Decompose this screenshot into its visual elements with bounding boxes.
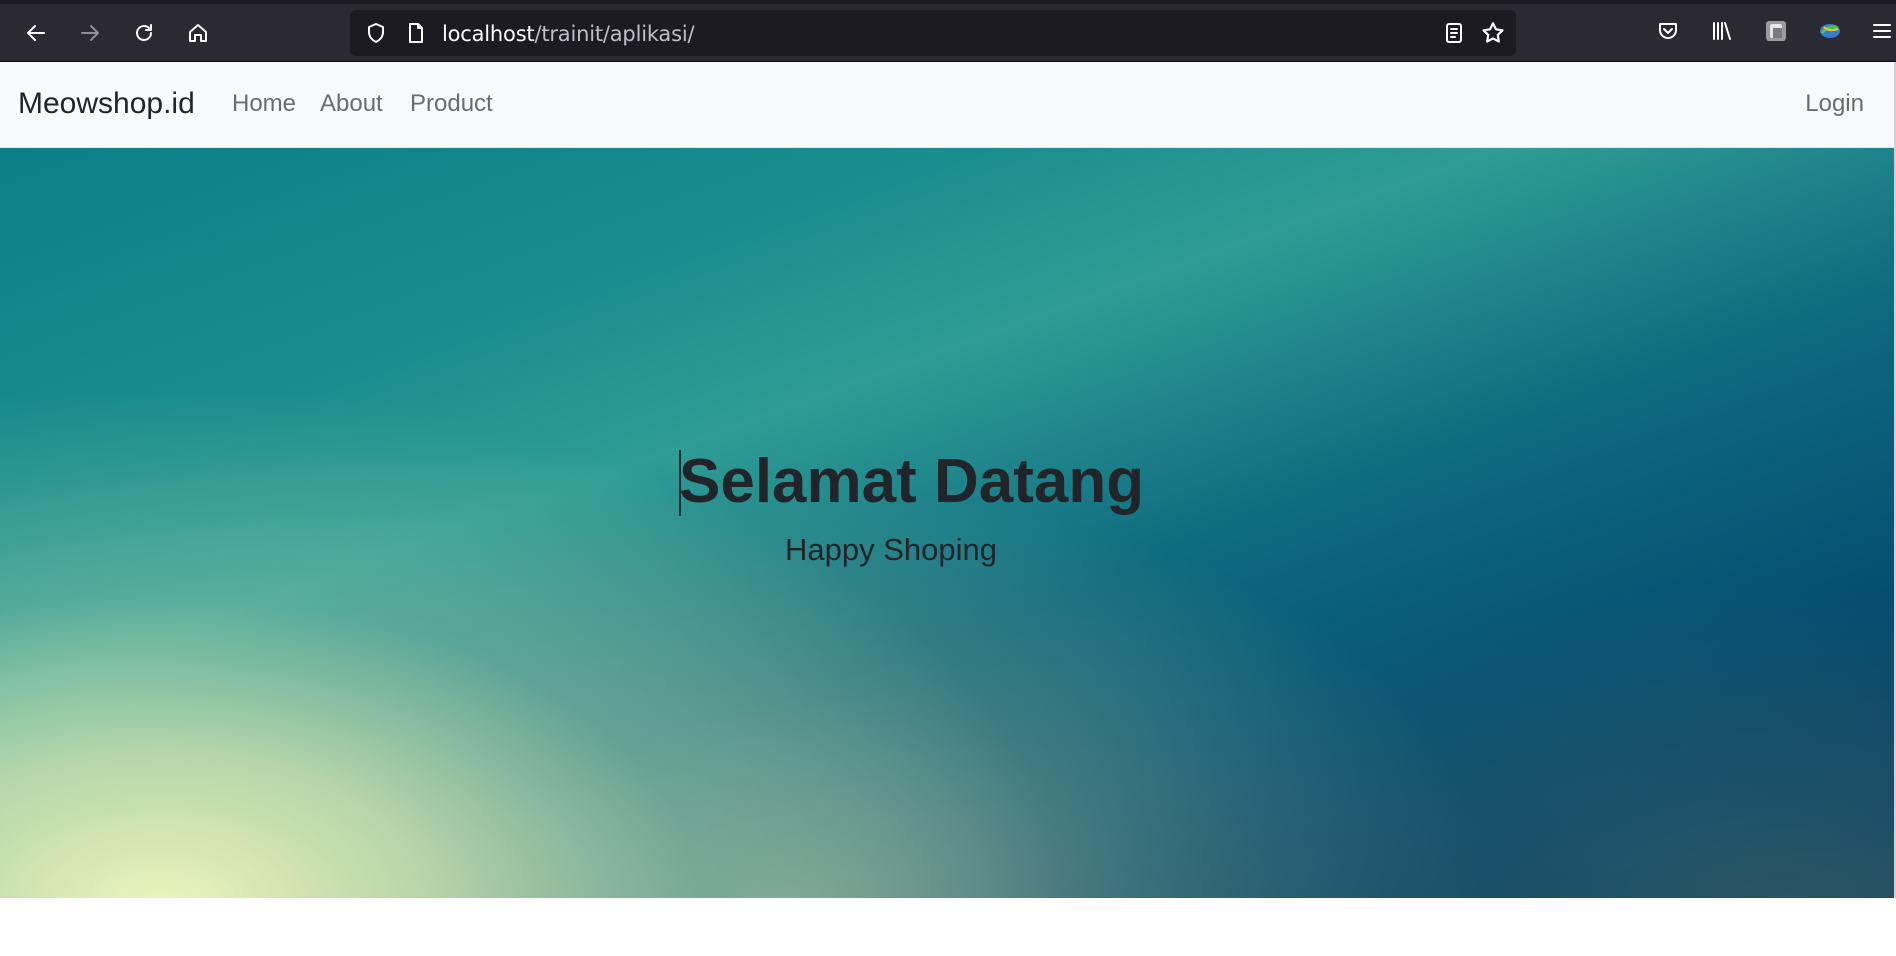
address-bar[interactable]: localhost/trainit/aplikasi/ (350, 10, 1516, 56)
site-navbar: Meowshop.id Home About Product Login (0, 62, 1894, 148)
url-text[interactable]: localhost/trainit/aplikasi/ (442, 22, 695, 46)
shield-icon[interactable] (364, 21, 388, 45)
reload-icon (136, 24, 152, 41)
brand-link[interactable]: Meowshop.id (18, 87, 195, 121)
menu-button[interactable] (1868, 17, 1896, 45)
reader-view-icon[interactable] (1442, 21, 1466, 45)
hero-title: Selamat Datang (679, 447, 1145, 516)
idm-button[interactable] (1816, 17, 1844, 45)
library-button[interactable] (1708, 17, 1736, 45)
hero-subtitle: Happy Shoping (785, 532, 997, 567)
library-icon (1713, 22, 1731, 40)
reload-button[interactable] (126, 15, 162, 51)
nav-product-link[interactable]: Product (410, 90, 493, 118)
tab-strip-edge (0, 0, 1896, 4)
nav-home-link[interactable]: Home (232, 90, 296, 118)
url-host: localhost (442, 22, 535, 46)
nav-about-link[interactable]: About (320, 90, 383, 118)
back-icon (27, 25, 45, 41)
extension-icon (1766, 21, 1786, 41)
pocket-icon (1659, 23, 1677, 39)
forward-button[interactable] (72, 15, 108, 51)
hero-jumbotron: Selamat Datang Happy Shoping (0, 148, 1894, 898)
back-button[interactable] (18, 15, 54, 51)
url-path: /trainit/aplikasi/ (534, 22, 695, 46)
extension-button[interactable] (1762, 17, 1790, 45)
bookmark-star-icon[interactable] (1480, 20, 1506, 46)
idm-icon (1820, 24, 1840, 38)
login-link[interactable]: Login (1805, 90, 1864, 118)
pocket-button[interactable] (1654, 17, 1682, 45)
forward-icon (81, 25, 99, 41)
menu-icon (1873, 24, 1891, 38)
home-icon (189, 24, 207, 42)
browser-toolbar: localhost/trainit/aplikasi/ (0, 0, 1896, 62)
hero-background-shade (994, 548, 1894, 898)
page-icon[interactable] (404, 21, 428, 45)
home-button[interactable] (180, 15, 216, 51)
